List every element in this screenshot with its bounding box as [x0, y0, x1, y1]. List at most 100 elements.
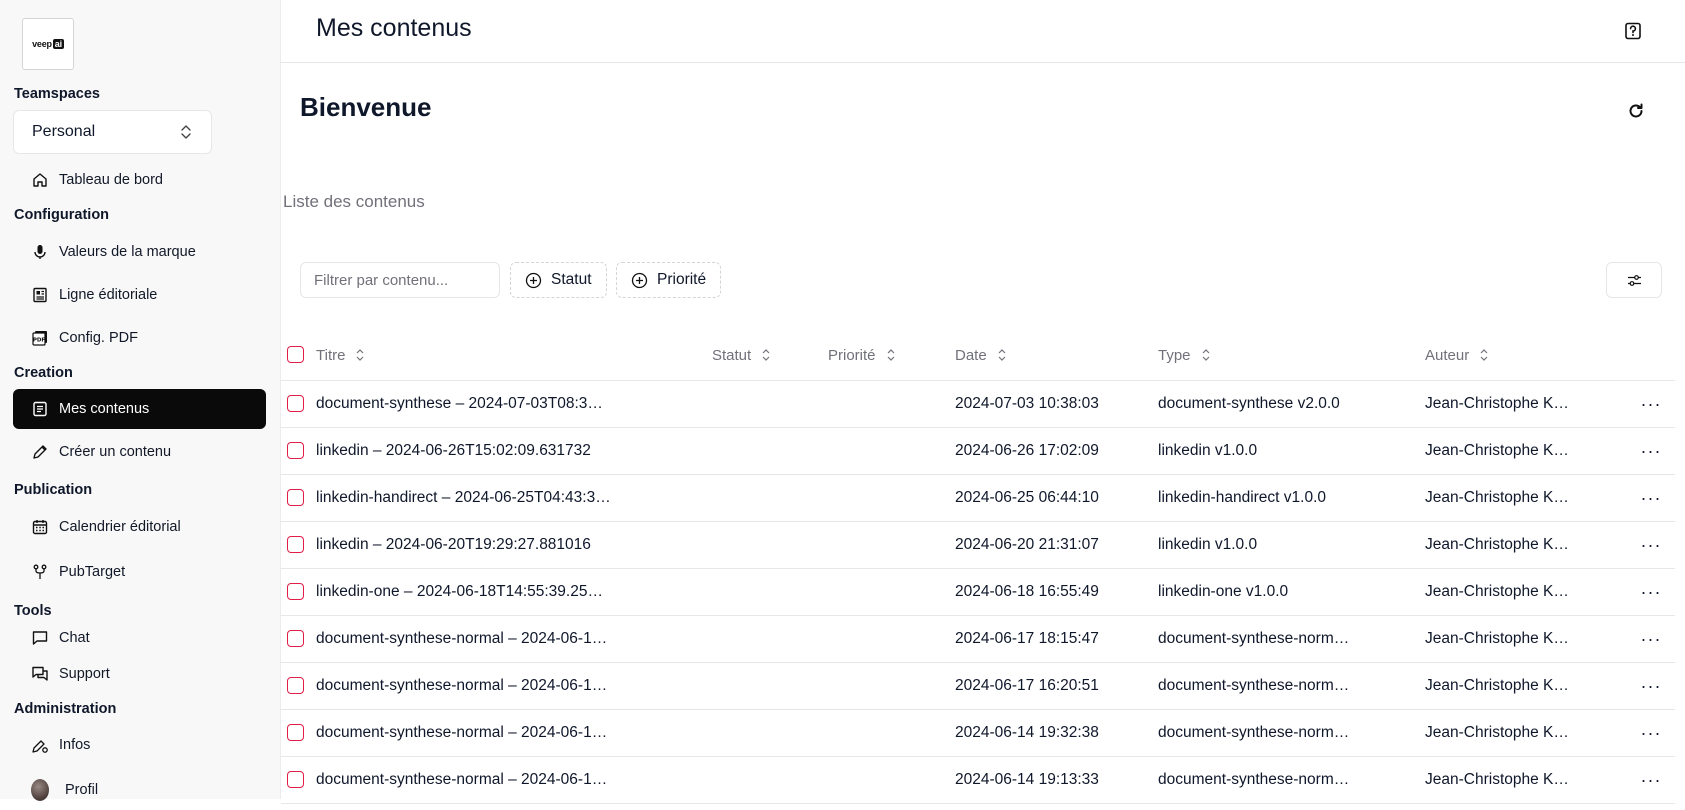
row-checkbox[interactable]	[287, 583, 304, 600]
sidebar-item-dashboard[interactable]: Tableau de bord	[13, 160, 266, 200]
cell-status	[712, 522, 812, 568]
refresh-icon[interactable]	[1626, 101, 1646, 121]
row-checkbox[interactable]	[287, 536, 304, 553]
chevron-up-down-icon	[181, 125, 191, 139]
teamspaces-title: Teamspaces	[14, 86, 100, 102]
sidebar-item-brand-values[interactable]: Valeurs de la marque	[13, 232, 266, 272]
table-row[interactable]: document-synthese – 2024-07-03T08:3… 2024…	[281, 381, 1675, 428]
cell-date: 2024-07-03 10:38:03	[955, 395, 1099, 412]
section-configuration-title: Configuration	[14, 207, 110, 223]
column-header-status[interactable]: Statut	[712, 330, 773, 380]
row-checkbox[interactable]	[287, 489, 304, 506]
sidebar-item-pubtarget[interactable]: PubTarget	[13, 552, 266, 592]
sidebar: veep ai Teamspaces Personal Tableau de bo…	[0, 0, 281, 801]
row-checkbox[interactable]	[287, 630, 304, 647]
row-checkbox[interactable]	[287, 395, 304, 412]
row-actions-icon[interactable]: ···	[1636, 428, 1666, 474]
row-actions-icon[interactable]: ···	[1636, 475, 1666, 521]
row-actions-icon[interactable]: ···	[1636, 710, 1666, 756]
cell-type: linkedin-handirect v1.0.0	[1158, 489, 1327, 506]
section-administration-title: Administration	[14, 701, 117, 717]
table-row[interactable]: linkedin-one – 2024-06-18T14:55:39.25… 20…	[281, 569, 1675, 616]
row-actions-icon[interactable]: ···	[1636, 522, 1666, 568]
sidebar-item-label: Config. PDF	[59, 330, 138, 346]
cell-priority	[828, 522, 938, 568]
sidebar-item-profile[interactable]: Profil	[13, 770, 266, 810]
row-actions-icon[interactable]: ···	[1636, 616, 1666, 662]
column-header-date[interactable]: Date	[955, 330, 1009, 380]
cell-date: 2024-06-25 06:44:10	[955, 489, 1099, 506]
sidebar-item-editorial-calendar[interactable]: Calendrier éditorial	[13, 507, 266, 547]
column-header-priority[interactable]: Priorité	[828, 330, 898, 380]
cell-status	[712, 616, 812, 662]
table-row[interactable]: linkedin – 2024-06-20T19:29:27.881016 202…	[281, 522, 1675, 569]
cell-author: Jean-Christophe K…	[1425, 630, 1569, 647]
row-actions-icon[interactable]: ···	[1636, 569, 1666, 615]
sort-icon	[357, 349, 364, 361]
logo[interactable]: veep ai	[22, 18, 74, 70]
plus-circle-icon	[525, 272, 542, 288]
sidebar-item-label: Calendrier éditorial	[59, 519, 181, 535]
row-actions-icon[interactable]: ···	[1636, 663, 1666, 709]
sidebar-item-support[interactable]: Support	[13, 654, 266, 694]
sidebar-item-my-contents[interactable]: Mes contenus	[13, 389, 266, 429]
cell-type: linkedin v1.0.0	[1158, 442, 1258, 459]
pencil-icon	[31, 443, 49, 461]
sidebar-item-label: PubTarget	[59, 564, 126, 580]
help-icon[interactable]	[1623, 21, 1643, 41]
table-row[interactable]: document-synthese-normal – 2024-06-1… 202…	[281, 757, 1675, 804]
row-checkbox[interactable]	[287, 771, 304, 788]
cell-type: linkedin v1.0.0	[1158, 536, 1258, 553]
table-body: document-synthese – 2024-07-03T08:3… 2024…	[281, 381, 1675, 804]
cell-status	[712, 381, 812, 427]
filter-content-input[interactable]	[300, 262, 500, 298]
cell-priority	[828, 710, 938, 756]
cell-date: 2024-06-14 19:32:38	[955, 724, 1099, 741]
newspaper-icon	[31, 286, 49, 304]
table-row[interactable]: linkedin – 2024-06-26T15:02:09.631732 202…	[281, 428, 1675, 475]
sidebar-item-create-content[interactable]: Créer un contenu	[13, 432, 266, 472]
avatar	[31, 779, 49, 801]
row-checkbox[interactable]	[287, 677, 304, 694]
teamspace-select[interactable]: Personal	[13, 110, 212, 154]
cell-status	[712, 428, 812, 474]
chat-icon	[31, 629, 49, 647]
cell-author: Jean-Christophe K…	[1425, 395, 1569, 412]
sidebar-item-label: Profil	[65, 782, 99, 798]
status-filter-button[interactable]: Statut	[510, 262, 607, 298]
view-options-button[interactable]	[1606, 262, 1662, 298]
row-checkbox[interactable]	[287, 442, 304, 459]
sidebar-item-pdf-config[interactable]: PDF Config. PDF	[13, 318, 266, 358]
cell-status	[712, 663, 812, 709]
pdf-icon: PDF	[31, 329, 49, 347]
cell-title: linkedin – 2024-06-26T15:02:09.631732	[316, 442, 591, 459]
cell-priority	[828, 428, 938, 474]
table-row[interactable]: linkedin-handirect – 2024-06-25T04:43:3……	[281, 475, 1675, 522]
cell-status	[712, 757, 812, 803]
sidebar-item-chat[interactable]: Chat	[13, 618, 266, 658]
sidebar-item-label: Ligne éditoriale	[59, 287, 158, 303]
column-header-title[interactable]: Titre	[316, 330, 367, 380]
sliders-icon	[1627, 274, 1641, 286]
column-header-type[interactable]: Type	[1158, 330, 1213, 380]
table-row[interactable]: document-synthese-normal – 2024-06-1… 202…	[281, 663, 1675, 710]
table-row[interactable]: document-synthese-normal – 2024-06-1… 202…	[281, 710, 1675, 757]
cell-author: Jean-Christophe K…	[1425, 771, 1569, 788]
cell-title: document-synthese-normal – 2024-06-1…	[316, 677, 608, 694]
select-all-checkbox[interactable]	[287, 346, 304, 363]
sidebar-item-infos[interactable]: Infos	[13, 725, 266, 765]
cell-type: document-synthese-norm…	[1158, 677, 1350, 694]
sidebar-item-editorial-line[interactable]: Ligne éditoriale	[13, 275, 266, 315]
cell-type: document-synthese v2.0.0	[1158, 395, 1340, 412]
row-actions-icon[interactable]: ···	[1636, 381, 1666, 427]
cell-author: Jean-Christophe K…	[1425, 583, 1569, 600]
status-filter-label: Statut	[551, 271, 592, 288]
row-actions-icon[interactable]: ···	[1636, 757, 1666, 803]
priority-filter-button[interactable]: Priorité	[616, 262, 722, 298]
table-row[interactable]: document-synthese-normal – 2024-06-1… 202…	[281, 616, 1675, 663]
cell-status	[712, 569, 812, 615]
cell-status	[712, 710, 812, 756]
row-checkbox[interactable]	[287, 724, 304, 741]
sort-icon	[998, 349, 1006, 361]
column-header-author[interactable]: Auteur	[1425, 330, 1491, 380]
